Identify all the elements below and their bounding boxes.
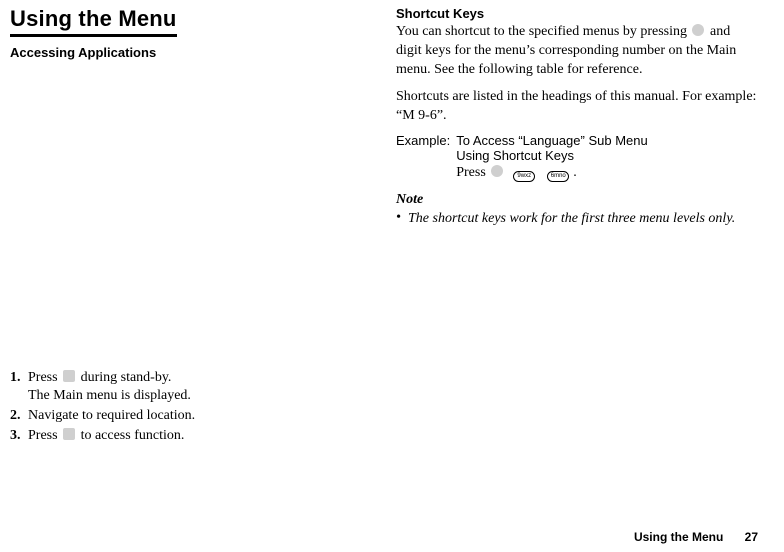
step-text-prefix: Press — [28, 370, 61, 385]
illustration-placeholder — [10, 60, 372, 370]
step-text-suffix: during stand-by. — [77, 370, 171, 385]
note-heading: Note — [396, 192, 758, 208]
step-number: 1. — [10, 370, 21, 386]
step-number: 2. — [10, 408, 21, 424]
shortcut-paragraph-1: You can shortcut to the specified menus … — [396, 23, 758, 80]
page-subtitle: Accessing Applications — [10, 45, 372, 60]
digit-key-6-icon: 6mno — [547, 171, 569, 182]
step-text-prefix: Press — [28, 428, 61, 443]
step-3: 3. Press to access function. — [10, 428, 372, 444]
center-key-icon — [63, 428, 75, 440]
press-suffix: . — [573, 165, 577, 180]
center-key-icon — [692, 24, 704, 36]
example-block: Example: To Access “Language” Sub Menu U… — [396, 133, 758, 182]
page-footer: Using the Menu 27 — [634, 530, 758, 544]
left-column: Using the Menu Accessing Applications 1.… — [10, 6, 372, 508]
example-line-2: Using Shortcut Keys — [456, 148, 648, 163]
step-text-suffix: to access function. — [77, 428, 184, 443]
two-column-layout: Using the Menu Accessing Applications 1.… — [10, 6, 758, 508]
step-number: 3. — [10, 428, 21, 444]
note-text: The shortcut keys work for the first thr… — [408, 210, 758, 229]
example-press-line: Press 9wxz 6mno. — [456, 165, 648, 182]
footer-page-number: 27 — [745, 530, 758, 544]
shortcut-paragraph-2: Shortcuts are listed in the headings of … — [396, 88, 758, 126]
step-2: 2. Navigate to required location. — [10, 408, 372, 424]
center-key-icon — [491, 165, 503, 177]
steps-list: 1. Press during stand-by. The Main menu … — [10, 370, 372, 444]
note-bullet: • — [396, 210, 408, 229]
note-body: • The shortcut keys work for the first t… — [396, 210, 758, 229]
step-subtext: The Main menu is displayed. — [28, 388, 372, 404]
manual-page: Using the Menu Accessing Applications 1.… — [0, 0, 784, 552]
para1a: You can shortcut to the specified menus … — [396, 24, 690, 39]
right-column: Shortcut Keys You can shortcut to the sp… — [396, 6, 758, 508]
step-text: Navigate to required location. — [28, 408, 195, 423]
example-label: Example: — [396, 133, 456, 182]
step-1: 1. Press during stand-by. The Main menu … — [10, 370, 372, 404]
footer-section: Using the Menu — [634, 530, 723, 544]
press-prefix: Press — [456, 165, 489, 180]
example-line-1: To Access “Language” Sub Menu — [456, 133, 648, 148]
example-body: To Access “Language” Sub Menu Using Shor… — [456, 133, 648, 182]
center-key-icon — [63, 370, 75, 382]
digit-key-9-icon: 9wxz — [513, 171, 535, 182]
page-title: Using the Menu — [10, 6, 177, 37]
shortcut-heading: Shortcut Keys — [396, 6, 758, 21]
